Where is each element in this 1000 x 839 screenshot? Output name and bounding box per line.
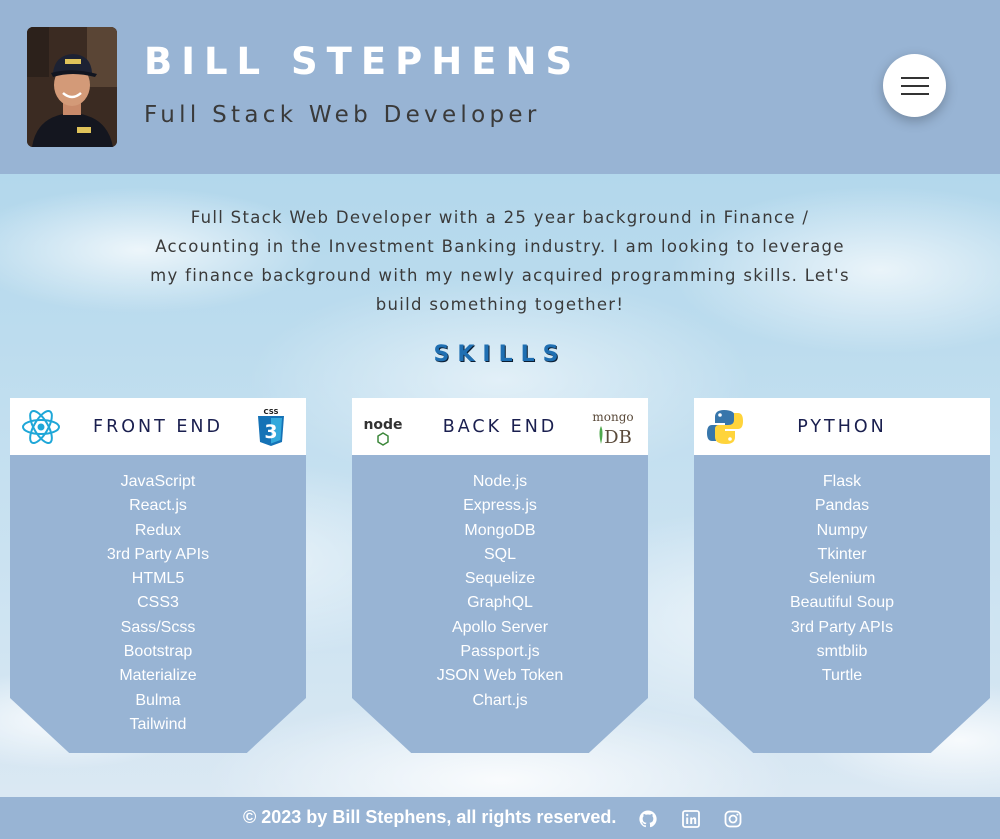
- list-item: Node.js: [472, 473, 528, 490]
- card-header: node BACK END mongo DB: [352, 398, 648, 455]
- list-item: JSON Web Token: [436, 667, 564, 685]
- list-item: HTML5: [131, 570, 185, 588]
- skill-card-back-end: node BACK END mongo DB Node.js Express.j…: [352, 398, 648, 753]
- copyright-text: © 2023 by Bill Stephens, all rights rese…: [243, 807, 617, 827]
- list-item: JavaScript: [120, 473, 196, 490]
- list-item: GraphQL: [467, 594, 533, 612]
- list-item: CSS3: [137, 594, 179, 612]
- react-icon: [22, 410, 60, 444]
- list-item: Beautiful Soup: [789, 594, 895, 612]
- list-item: Chart.js: [472, 691, 528, 709]
- css3-icon: CSS 3: [258, 408, 284, 446]
- nodejs-icon-label: node: [363, 417, 402, 433]
- list-item: Turtle: [821, 667, 863, 685]
- github-icon[interactable]: [638, 809, 658, 829]
- skill-list: JavaScript React.js Redux 3rd Party APIs…: [10, 470, 306, 737]
- hamburger-menu-icon: [900, 84, 929, 87]
- css3-icon-label: CSS: [263, 408, 278, 416]
- site-footer: © 2023 by Bill Stephens, all rights rese…: [0, 797, 1000, 839]
- list-item: SQL: [483, 545, 516, 563]
- linkedin-icon[interactable]: [681, 809, 701, 829]
- skill-list: Flask Pandas Numpy Tkinter Selenium Beau…: [694, 470, 990, 689]
- svg-text:3: 3: [264, 421, 277, 443]
- page-subtitle: Full Stack Web Developer: [144, 102, 541, 128]
- list-item: Tailwind: [129, 715, 187, 733]
- list-item: Tkinter: [817, 545, 867, 563]
- list-item: MongoDB: [464, 521, 536, 539]
- site-header: BILL STEPHENS Full Stack Web Developer: [0, 0, 1000, 174]
- card-header: PYTHON: [694, 398, 990, 455]
- card-title: PYTHON: [797, 416, 887, 437]
- list-item: React.js: [129, 497, 187, 515]
- skill-card-front-end: FRONT END CSS 3 JavaScript React.js Redu…: [10, 398, 306, 753]
- list-item: Materialize: [119, 667, 197, 685]
- list-item: Passport.js: [460, 643, 540, 661]
- list-item: Numpy: [816, 521, 868, 539]
- hamburger-menu-icon: [900, 76, 929, 79]
- list-item: Bootstrap: [123, 643, 193, 661]
- list-item: Flask: [822, 473, 862, 490]
- hamburger-menu-button[interactable]: [883, 54, 946, 117]
- nodejs-icon: node: [363, 417, 403, 446]
- list-item: Pandas: [814, 497, 870, 515]
- card-header: FRONT END CSS 3: [10, 398, 306, 455]
- skill-card-python: PYTHON Flask Pandas Numpy Tkinter Seleni…: [694, 398, 990, 753]
- list-item: Sass/Scss: [120, 618, 196, 636]
- list-item: Apollo Server: [451, 618, 549, 636]
- python-icon: [707, 410, 743, 444]
- list-item: Selenium: [808, 570, 876, 588]
- avatar: [27, 27, 117, 147]
- list-item: 3rd Party APIs: [790, 618, 894, 636]
- list-item: 3rd Party APIs: [106, 545, 210, 563]
- list-item: Express.js: [463, 497, 537, 515]
- list-item: Redux: [134, 521, 182, 539]
- hamburger-menu-icon: [900, 92, 929, 95]
- about-text: Full Stack Web Developer with a 25 year …: [150, 208, 850, 314]
- mongodb-icon-label: mongo: [592, 410, 633, 424]
- list-item: Sequelize: [464, 570, 536, 588]
- list-item: smtblib: [816, 643, 868, 661]
- card-title: BACK END: [442, 416, 558, 437]
- card-title: FRONT END: [93, 416, 223, 437]
- page-title: BILL STEPHENS: [144, 40, 582, 83]
- skills-heading: SKILLS: [433, 342, 567, 367]
- mongodb-icon-label-db: DB: [604, 427, 632, 448]
- instagram-icon[interactable]: [723, 809, 743, 829]
- list-item: Bulma: [135, 691, 181, 709]
- mongodb-icon: mongo DB: [592, 410, 633, 448]
- skill-list: Node.js Express.js MongoDB SQL Sequelize…: [352, 470, 648, 713]
